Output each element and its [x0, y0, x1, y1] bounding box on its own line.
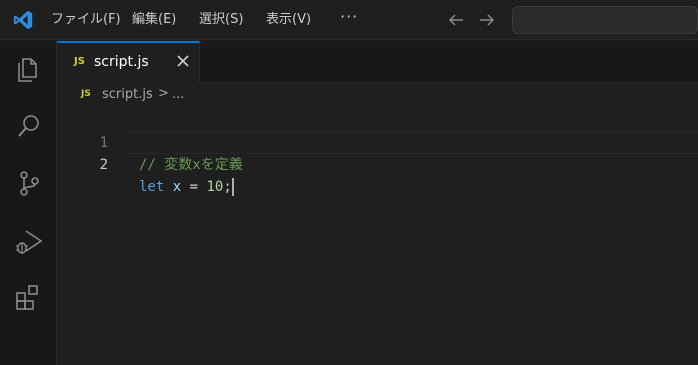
vscode-logo-icon: [13, 10, 33, 30]
breadcrumb-more[interactable]: ...: [172, 87, 184, 102]
source-control-icon[interactable]: [14, 168, 44, 198]
menu-selection[interactable]: 選択(S): [199, 11, 243, 29]
code-semicolon: ;: [223, 179, 232, 195]
breadcrumb-file[interactable]: script.js: [102, 87, 153, 102]
javascript-icon: JS: [74, 56, 85, 67]
tab-label: script.js: [94, 54, 149, 70]
tab-script-js[interactable]: JS script.js: [57, 41, 200, 83]
menu-file[interactable]: ファイル(F): [51, 11, 121, 29]
tab-bar: JS script.js: [57, 41, 698, 83]
arrow-right-icon[interactable]: [476, 9, 498, 31]
menu-view[interactable]: 表示(V): [266, 11, 311, 29]
code-operator: =: [189, 179, 199, 195]
text-cursor: [231, 178, 234, 196]
breadcrumb: JS script.js > ...: [57, 84, 698, 106]
extensions-icon[interactable]: [14, 283, 44, 313]
breadcrumb-separator: >: [158, 86, 169, 101]
code-keyword: let: [139, 179, 165, 195]
search-icon[interactable]: [14, 111, 44, 141]
activity-bar: [0, 41, 57, 365]
code-editor[interactable]: 1 // 変数xを定義 2 let x = 10;: [57, 107, 698, 365]
code-line-1[interactable]: 1 // 変数xを定義: [57, 110, 698, 173]
line-number: 2: [99, 157, 108, 173]
menu-edit[interactable]: 編集(E): [132, 11, 176, 29]
command-center-search[interactable]: [512, 6, 698, 34]
code-comment: // 変数xを定義: [139, 157, 243, 173]
run-debug-icon[interactable]: [14, 227, 44, 257]
close-icon[interactable]: [176, 54, 190, 68]
code-number: 10: [206, 179, 224, 195]
javascript-icon: JS: [81, 89, 91, 99]
title-bar: ファイル(F) 編集(E) 選択(S) 表示(V) ···: [0, 0, 698, 40]
code-variable: x: [172, 179, 182, 195]
arrow-left-icon[interactable]: [445, 9, 467, 31]
menu-more-button[interactable]: ···: [340, 7, 358, 26]
code-line-2[interactable]: 2 let x = 10;: [57, 132, 698, 196]
files-icon[interactable]: [14, 54, 44, 84]
